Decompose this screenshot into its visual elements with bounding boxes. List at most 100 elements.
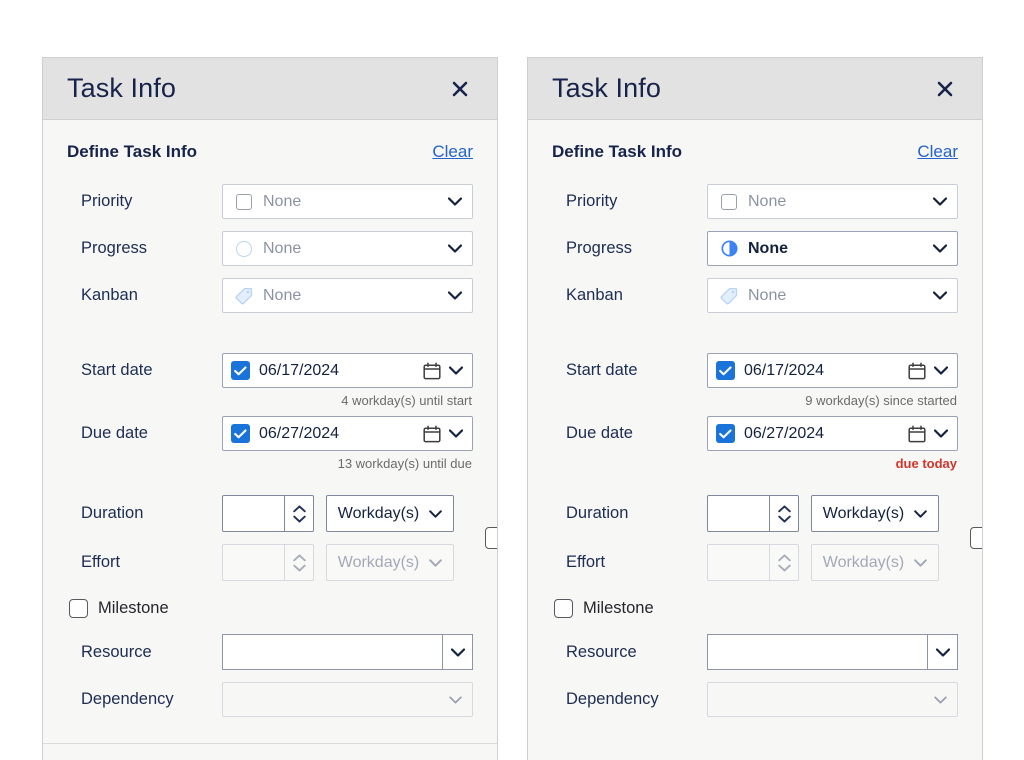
progress-label: Progress (566, 239, 633, 257)
effort-spinner-buttons (284, 545, 313, 580)
milestone-checkbox[interactable] (69, 599, 88, 618)
close-icon[interactable] (930, 74, 960, 104)
start-date-value: 06/17/2024 (744, 361, 825, 379)
duration-effort-link-checkbox[interactable] (970, 527, 982, 549)
progress-select[interactable]: None (707, 231, 958, 266)
chevron-down-icon[interactable] (933, 362, 949, 380)
effort-unit-select: Workday(s) (326, 544, 454, 581)
kanban-label: Kanban (566, 286, 623, 304)
dependency-select (707, 682, 958, 717)
start-date-checkbox[interactable] (231, 361, 250, 380)
task-info-panel-left: Task Info Define Task Info Clear Priorit… (42, 57, 498, 760)
start-date-hint: 9 workday(s) since started (805, 393, 957, 408)
chevron-down-icon (933, 291, 947, 300)
chevron-down-icon (448, 291, 462, 300)
duration-input[interactable] (223, 496, 284, 531)
chevron-down-icon (448, 197, 462, 206)
chevron-up-icon (292, 504, 306, 512)
field-row-effort: Effort Workday(s) (552, 527, 982, 581)
effort-stepper (222, 544, 314, 581)
priority-select[interactable]: None (707, 184, 958, 219)
field-row-progress: Progress None (67, 231, 473, 266)
field-row-priority: Priority None (552, 184, 958, 219)
chevron-down-icon (914, 558, 928, 567)
due-date-checkbox[interactable] (231, 424, 250, 443)
due-date-value: 06/27/2024 (744, 424, 825, 442)
priority-select[interactable]: None (222, 184, 473, 219)
chevron-up-icon (777, 504, 791, 512)
duration-input[interactable] (708, 496, 769, 531)
start-date-value: 06/17/2024 (259, 361, 340, 379)
clear-link[interactable]: Clear (432, 142, 473, 162)
chevron-down-icon (450, 647, 465, 657)
kanban-select[interactable]: None (222, 278, 473, 313)
duration-unit-select[interactable]: Workday(s) (326, 495, 454, 532)
calendar-icon[interactable] (423, 424, 441, 443)
field-row-dependency: Dependency (67, 682, 473, 717)
resource-dropdown-button[interactable] (927, 634, 958, 670)
start-date-checkbox[interactable] (716, 361, 735, 380)
field-row-resource: Resource (552, 634, 958, 670)
dependency-label: Dependency (81, 690, 174, 708)
chevron-up-icon (292, 553, 306, 561)
chevron-down-icon[interactable] (933, 425, 949, 443)
square-checkbox-icon (234, 192, 254, 212)
effort-input (223, 545, 284, 580)
chevron-down-icon[interactable] (448, 425, 464, 443)
due-date-value: 06/27/2024 (259, 424, 340, 442)
due-date-field[interactable]: 06/27/2024 (222, 416, 473, 451)
field-row-due-date: Due date 06/27/2024 (67, 416, 473, 451)
priority-value: None (748, 192, 787, 210)
chevron-down-icon[interactable] (448, 362, 464, 380)
chevron-down-icon (933, 244, 947, 253)
tag-icon (719, 286, 739, 306)
calendar-icon[interactable] (908, 361, 926, 380)
due-date-field[interactable]: 06/27/2024 (707, 416, 958, 451)
due-date-checkbox[interactable] (716, 424, 735, 443)
progress-circle-empty-icon (234, 239, 254, 259)
chevron-down-icon (449, 695, 462, 704)
clear-link[interactable]: Clear (917, 142, 958, 162)
chevron-up-icon (777, 553, 791, 561)
start-date-hint: 4 workday(s) until start (341, 393, 472, 408)
close-icon[interactable] (445, 74, 475, 104)
chevron-down-icon (933, 197, 947, 206)
duration-spinner-buttons[interactable] (769, 496, 798, 531)
start-date-label: Start date (81, 361, 153, 379)
duration-unit-select[interactable]: Workday(s) (811, 495, 939, 532)
duration-effort-link-checkbox[interactable] (485, 527, 497, 549)
task-info-panel-right: Task Info Define Task Info Clear Priorit… (527, 57, 983, 760)
panel-title: Task Info (552, 73, 661, 103)
calendar-icon[interactable] (423, 361, 441, 380)
effort-unit-value: Workday(s) (822, 553, 905, 571)
chevron-down-icon (935, 647, 950, 657)
resource-combo[interactable] (222, 634, 473, 670)
due-date-hint: 13 workday(s) until due (337, 456, 472, 471)
progress-select[interactable]: None (222, 231, 473, 266)
duration-stepper[interactable] (707, 495, 799, 532)
resource-dropdown-button[interactable] (442, 634, 473, 670)
milestone-checkbox[interactable] (554, 599, 573, 618)
duration-spinner-buttons[interactable] (284, 496, 313, 531)
kanban-value: None (263, 286, 302, 304)
panel-titlebar: Task Info (528, 58, 982, 120)
chevron-down-icon (429, 558, 443, 567)
calendar-icon[interactable] (908, 424, 926, 443)
resource-input[interactable] (222, 634, 442, 670)
start-date-field[interactable]: 06/17/2024 (707, 353, 958, 388)
duration-label: Duration (566, 504, 629, 522)
priority-label: Priority (566, 192, 618, 210)
kanban-select[interactable]: None (707, 278, 958, 313)
chevron-down-icon (292, 515, 306, 522)
duration-stepper[interactable] (222, 495, 314, 532)
section-header: Define Task Info Clear (67, 142, 473, 162)
panel-title: Task Info (67, 73, 176, 103)
dependency-select (222, 682, 473, 717)
screen-root: Task Info Define Task Info Clear Priorit… (0, 0, 1024, 760)
effort-unit-value: Workday(s) (337, 553, 420, 571)
chevron-down-icon (429, 509, 443, 518)
start-date-field[interactable]: 06/17/2024 (222, 353, 473, 388)
field-row-start-date: Start date 06/17/2024 (67, 353, 473, 388)
resource-combo[interactable] (707, 634, 958, 670)
resource-input[interactable] (707, 634, 927, 670)
